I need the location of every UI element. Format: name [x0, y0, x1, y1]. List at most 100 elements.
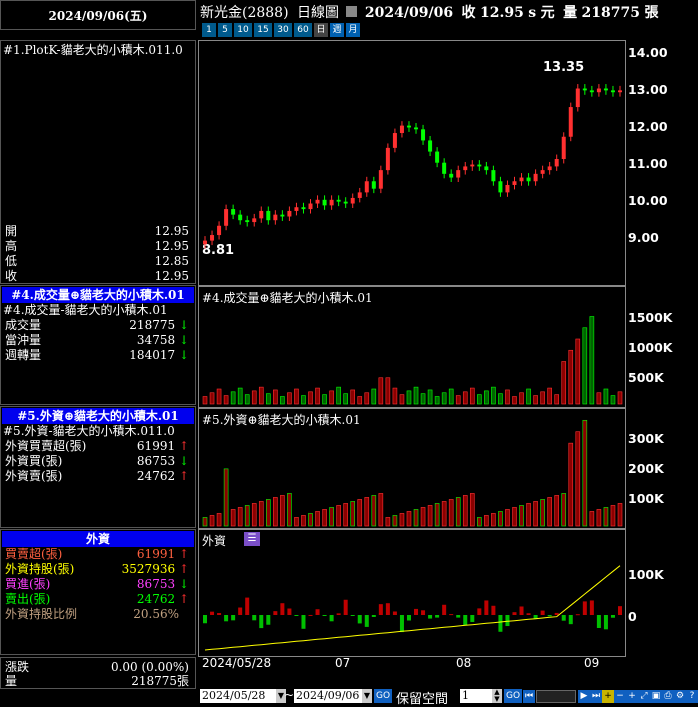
net-bar: [329, 615, 334, 622]
candle-body: [484, 166, 489, 171]
volume-bar: [554, 394, 559, 405]
foreign-bar: [301, 515, 306, 527]
foreign-bar: [413, 509, 419, 527]
candle-body: [399, 125, 404, 134]
candle-body: [210, 235, 215, 241]
foreign-bar: [434, 503, 440, 527]
date-to-dropdown-icon[interactable]: ▼: [362, 689, 372, 703]
volume-bar: [216, 388, 222, 405]
foreign-bar: [589, 511, 595, 527]
volume-bar: [237, 387, 243, 405]
foreign-bar: [399, 513, 405, 527]
candle-body: [512, 181, 517, 185]
foreign-bar: [315, 511, 320, 527]
foreign-bar: [385, 517, 391, 527]
first-page-icon[interactable]: ⏮: [523, 690, 535, 703]
next-page-icon[interactable]: ▶: [578, 690, 590, 703]
net-bar: [336, 613, 341, 615]
holding-line: [204, 565, 621, 651]
net-bar: [231, 615, 236, 621]
volume-bar: [589, 316, 595, 405]
last-page-icon[interactable]: ⏭: [590, 690, 602, 703]
spinner-icon[interactable]: ▲ ▼: [492, 689, 502, 703]
zoom-out-icon[interactable]: −: [614, 690, 626, 703]
foreign-bar: [610, 505, 616, 527]
print-icon[interactable]: ⎙: [662, 690, 674, 703]
foreign-bar: [237, 507, 243, 527]
foreign-bar: [427, 505, 433, 527]
foreign-bar: [462, 495, 468, 527]
volume-bar: [498, 393, 503, 405]
candle-body: [273, 214, 278, 221]
volume-bar: [448, 388, 454, 405]
go-button[interactable]: GO: [374, 689, 392, 703]
foreign-bar: [512, 507, 517, 527]
volume-bar: [223, 395, 229, 405]
reserve-space-label: 保留空間: [396, 692, 449, 707]
volume-bar: [294, 388, 299, 405]
net-bar: [484, 600, 489, 615]
candle-body: [547, 166, 552, 171]
foreign-bar: [617, 503, 623, 527]
scroll-slider[interactable]: [536, 690, 576, 703]
foreign-bar: [392, 515, 398, 527]
net-bar: [568, 615, 573, 625]
net-bar: [259, 615, 264, 629]
foreign-bar: [371, 495, 377, 527]
candle-body: [392, 133, 397, 148]
volume-bar: [617, 391, 623, 405]
candle-body: [217, 225, 222, 236]
candle-body: [568, 107, 573, 137]
net-bar: [315, 609, 320, 615]
volume-bar: [519, 392, 524, 405]
net-bar: [470, 615, 475, 622]
save-icon[interactable]: ▣: [650, 690, 662, 703]
reserve-space-input[interactable]: 1: [460, 689, 492, 703]
fit-icon[interactable]: ⤢: [638, 690, 650, 703]
candle-body: [526, 177, 531, 182]
foreign-bar: [202, 517, 208, 527]
foreign-bar: [244, 505, 250, 527]
net-bar: [603, 615, 608, 630]
date-separator: ~: [284, 688, 295, 702]
volume-bar: [582, 327, 588, 405]
plus-icon[interactable]: +: [626, 690, 638, 703]
volume-bar: [378, 377, 384, 405]
candle-body: [371, 181, 376, 189]
foreign-bar: [230, 509, 236, 527]
date-from-select[interactable]: 2024/05/28: [200, 689, 276, 703]
candle-body: [491, 170, 496, 182]
net-bar: [428, 615, 433, 619]
foreign-bar: [251, 503, 257, 527]
net-bar: [526, 613, 531, 615]
foreign-bar: [505, 509, 510, 527]
volume-bar: [273, 389, 278, 405]
foreign-bar: [455, 497, 461, 527]
volume-bar: [266, 393, 271, 405]
net-bar: [519, 606, 524, 615]
volume-bar: [371, 388, 377, 405]
zoom-in-icon[interactable]: +: [602, 690, 614, 703]
volume-bar: [406, 390, 412, 405]
go-button-2[interactable]: GO: [504, 689, 522, 703]
net-bar: [540, 610, 545, 615]
volume-bar: [413, 386, 419, 405]
settings-icon[interactable]: ⚙: [674, 690, 686, 703]
volume-bar: [350, 389, 356, 405]
net-bar: [371, 615, 376, 617]
volume-bar: [230, 391, 236, 405]
foreign-bar: [533, 501, 538, 527]
foreign-bar: [406, 511, 412, 527]
volume-bar: [434, 396, 440, 405]
candle-body: [561, 136, 566, 159]
net-bar: [287, 608, 292, 615]
net-bar: [238, 607, 243, 615]
stock-chart: [202, 84, 623, 651]
candle-body: [533, 173, 538, 182]
help-icon[interactable]: ?: [686, 690, 698, 703]
foreign-bar: [498, 511, 503, 527]
candle-body: [322, 199, 327, 206]
foreign-bar: [273, 497, 278, 527]
volume-bar: [385, 377, 391, 405]
date-to-select[interactable]: 2024/09/06: [294, 689, 362, 703]
